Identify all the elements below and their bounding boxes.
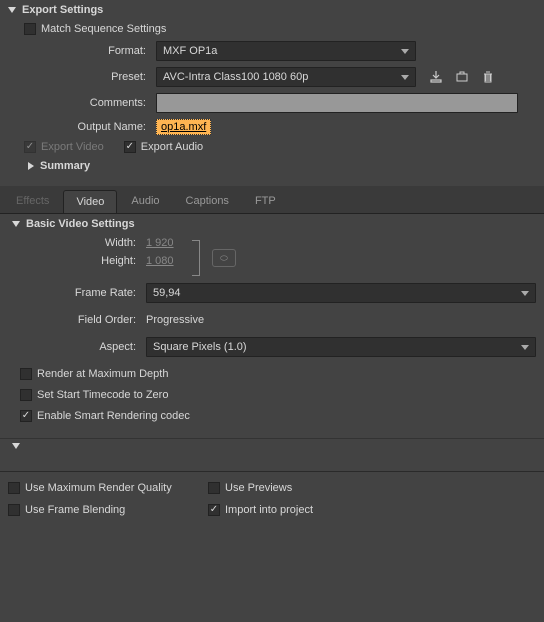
output-name-label: Output Name: — [16, 121, 156, 133]
tab-effects[interactable]: Effects — [4, 190, 61, 213]
match-sequence-label: Match Sequence Settings — [41, 23, 166, 35]
frame-blending-checkbox[interactable]: Use Frame Blending — [8, 504, 208, 516]
chevron-down-icon — [401, 49, 409, 54]
format-value: MXF OP1a — [163, 45, 217, 57]
set-start-timecode-checkbox[interactable]: Set Start Timecode to Zero — [20, 389, 168, 401]
import-into-project-checkbox[interactable]: Import into project — [208, 504, 408, 516]
render-max-depth-label: Render at Maximum Depth — [37, 368, 168, 380]
comments-input[interactable] — [156, 93, 518, 113]
max-render-quality-checkbox[interactable]: Use Maximum Render Quality — [8, 482, 208, 494]
collapse-icon — [8, 7, 16, 13]
summary-title: Summary — [40, 160, 90, 172]
preset-label: Preset: — [16, 71, 156, 83]
expand-icon — [28, 162, 34, 170]
output-name-value[interactable]: op1a.mxf — [156, 119, 211, 135]
match-sequence-checkbox[interactable]: Match Sequence Settings — [24, 23, 166, 35]
basic-video-title: Basic Video Settings — [26, 218, 135, 230]
use-previews-label: Use Previews — [225, 482, 292, 494]
chevron-down-icon — [401, 75, 409, 80]
tab-bar: Effects Video Audio Captions FTP — [0, 186, 544, 214]
preset-value: AVC-Intra Class100 1080 60p — [163, 71, 308, 83]
comments-label: Comments: — [16, 97, 156, 109]
height-label: Height: — [16, 255, 146, 267]
summary-header[interactable]: Summary — [0, 156, 544, 176]
collapse-icon — [12, 443, 20, 449]
tab-ftp[interactable]: FTP — [243, 190, 288, 213]
frame-rate-label: Frame Rate: — [16, 287, 146, 299]
format-label: Format: — [16, 45, 156, 57]
width-label: Width: — [16, 237, 146, 249]
collapse-icon — [12, 221, 20, 227]
save-preset-icon[interactable] — [428, 69, 444, 85]
field-order-value: Progressive — [146, 314, 204, 326]
preset-dropdown[interactable]: AVC-Intra Class100 1080 60p — [156, 67, 416, 87]
frame-rate-value: 59,94 — [153, 287, 181, 299]
max-render-quality-label: Use Maximum Render Quality — [25, 482, 172, 494]
tab-audio[interactable]: Audio — [119, 190, 171, 213]
export-video-label: Export Video — [41, 141, 104, 153]
aspect-label: Aspect: — [16, 341, 146, 353]
tab-video[interactable]: Video — [63, 190, 117, 213]
frame-rate-dropdown[interactable]: 59,94 — [146, 283, 536, 303]
set-start-timecode-label: Set Start Timecode to Zero — [37, 389, 168, 401]
frame-blending-label: Use Frame Blending — [25, 504, 125, 516]
use-previews-checkbox[interactable]: Use Previews — [208, 482, 408, 494]
enable-smart-rendering-label: Enable Smart Rendering codec — [37, 410, 190, 422]
aspect-dropdown[interactable]: Square Pixels (1.0) — [146, 337, 536, 357]
format-dropdown[interactable]: MXF OP1a — [156, 41, 416, 61]
width-value[interactable]: 1 920 — [146, 237, 174, 249]
tab-captions[interactable]: Captions — [174, 190, 241, 213]
enable-smart-rendering-checkbox[interactable]: Enable Smart Rendering codec — [20, 410, 190, 422]
export-video-checkbox[interactable]: Export Video — [24, 141, 104, 153]
export-settings-title: Export Settings — [22, 4, 103, 16]
link-dimensions-icon[interactable]: ⬭ — [212, 249, 236, 267]
import-into-project-label: Import into project — [225, 504, 313, 516]
aspect-value: Square Pixels (1.0) — [153, 341, 247, 353]
chevron-down-icon — [521, 345, 529, 350]
collapsed-section-header[interactable] — [0, 439, 544, 453]
import-preset-icon[interactable] — [454, 69, 470, 85]
render-max-depth-checkbox[interactable]: Render at Maximum Depth — [20, 368, 168, 380]
height-value[interactable]: 1 080 — [146, 255, 174, 267]
export-audio-checkbox[interactable]: Export Audio — [124, 141, 203, 153]
field-order-label: Field Order: — [16, 314, 146, 326]
basic-video-header[interactable]: Basic Video Settings — [0, 214, 544, 234]
export-settings-header[interactable]: Export Settings — [0, 0, 544, 20]
export-audio-label: Export Audio — [141, 141, 203, 153]
chevron-down-icon — [521, 291, 529, 296]
delete-preset-icon[interactable] — [480, 69, 496, 85]
